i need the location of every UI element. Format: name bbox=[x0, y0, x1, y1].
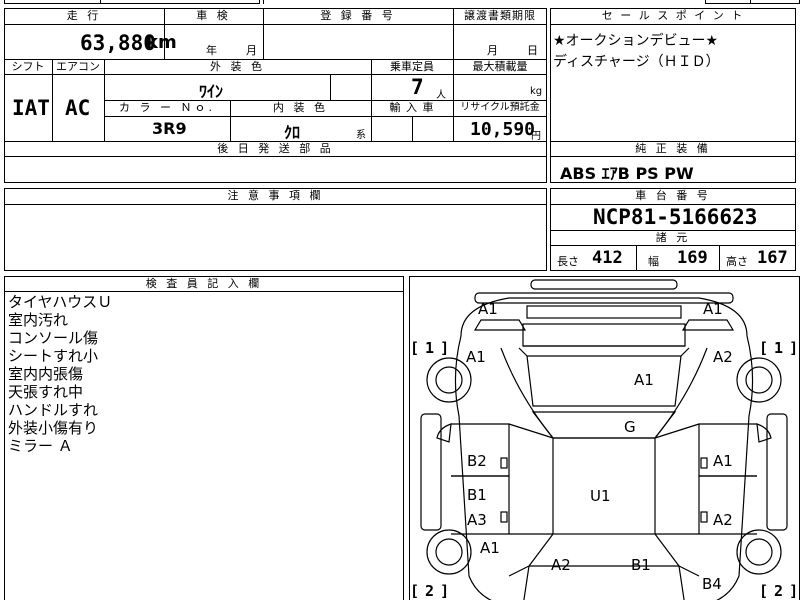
damage-rear-left: A2 bbox=[551, 556, 571, 574]
damage-rear-door-right: A2 bbox=[713, 511, 733, 529]
inspector-note: ミラー Ａ bbox=[8, 437, 73, 455]
damage-rear-fender-left: A1 bbox=[480, 539, 500, 557]
damage-rear-door-left-b: B1 bbox=[467, 486, 487, 504]
delivery-parts-area bbox=[5, 157, 546, 182]
inspector-note: コンソール傷 bbox=[8, 329, 99, 347]
inspection-header: 車 検 bbox=[196, 9, 231, 22]
damage-roof: U1 bbox=[590, 487, 611, 505]
damage-windshield: G bbox=[624, 418, 636, 436]
exterior-color-header: 外 装 色 bbox=[210, 60, 265, 73]
damage-hood: A1 bbox=[634, 371, 654, 389]
inspector-notes-list: タイヤハウスＵ 室内汚れ コンソール傷 シートすれ小 室内内張傷 天張すれ中 ハ… bbox=[8, 293, 112, 455]
inspection-month-label: 月 bbox=[246, 44, 257, 57]
mileage-value: 63,880 bbox=[80, 31, 156, 55]
damage-fender-left: A1 bbox=[466, 348, 486, 366]
inspector-note: 外装小傷有り bbox=[8, 419, 99, 437]
equipment-header: 純 正 装 備 bbox=[635, 142, 711, 155]
capacity-unit: 人 bbox=[436, 90, 446, 101]
length-label: 長さ bbox=[557, 255, 579, 268]
damage-rear-right: B1 bbox=[631, 556, 651, 574]
transfer-day-label: 日 bbox=[527, 44, 538, 57]
damage-fender-right: A2 bbox=[713, 348, 733, 366]
damage-rear-door-left-a: A3 bbox=[467, 511, 487, 529]
inspector-notes-header: 検 査 員 記 入 欄 bbox=[145, 277, 263, 290]
inspector-note: 室内汚れ bbox=[8, 311, 69, 329]
color-no-header: カ ラ ー Ｎｏ. bbox=[119, 101, 215, 114]
tire-marker-front-right: [1] bbox=[759, 339, 799, 357]
car-diagram bbox=[420, 279, 788, 600]
width-label: 幅 bbox=[648, 255, 659, 268]
import-header: 輸 入 車 bbox=[389, 101, 435, 114]
chassis-number: NCP81-5166623 bbox=[593, 205, 758, 229]
tire-marker-rear-left: [2] bbox=[410, 582, 450, 600]
tire-marker-rear-right: [2] bbox=[759, 582, 799, 600]
mileage-unit: km bbox=[146, 32, 177, 53]
aircon-value: AC bbox=[65, 96, 91, 120]
aircon-header: エアコン bbox=[56, 60, 100, 73]
inspector-note: シートすれ小 bbox=[8, 347, 99, 365]
height-value: 167 bbox=[757, 248, 788, 268]
damage-front-left-top: A1 bbox=[478, 300, 498, 318]
max-load-header: 最大積載量 bbox=[472, 60, 528, 73]
recycle-value: 10,590 bbox=[470, 119, 536, 140]
selling-points-box bbox=[550, 8, 796, 142]
inspector-note: ハンドルすれ bbox=[8, 401, 99, 419]
interior-color-header: 内 装 色 bbox=[273, 101, 328, 114]
capacity-value: 7 bbox=[411, 75, 424, 99]
delivery-parts-header: 後 日 発 送 部 品 bbox=[217, 142, 334, 155]
damage-front-right-top: A1 bbox=[703, 300, 723, 318]
transfer-deadline-header: 譲渡書類期限 bbox=[464, 9, 536, 22]
interior-color-value: ｸﾛ bbox=[284, 123, 301, 142]
recycle-unit: 円 bbox=[531, 131, 541, 142]
inspection-year-label: 年 bbox=[206, 44, 217, 57]
tire-marker-front-left: [1] bbox=[410, 339, 450, 357]
registration-header: 登 録 番 号 bbox=[320, 9, 396, 22]
capacity-header: 乗車定員 bbox=[390, 60, 434, 73]
recycle-deposit-header: リサイクル預託金 bbox=[460, 102, 540, 113]
width-value: 169 bbox=[677, 248, 708, 268]
shift-header: シフト bbox=[11, 60, 45, 73]
selling-points-header: セ ー ル ス ポ イ ン ト bbox=[601, 9, 745, 22]
specs-header: 諸 元 bbox=[655, 231, 691, 244]
equipment-value: ABS ｴｱB PS PW bbox=[560, 164, 694, 183]
transfer-month-label: 月 bbox=[487, 44, 498, 57]
damage-rear-bumper-right: B4 bbox=[702, 575, 722, 593]
inspector-note: 室内内張傷 bbox=[8, 365, 84, 383]
color-no-value: 3R9 bbox=[152, 119, 187, 138]
chassis-header: 車 台 番 号 bbox=[635, 189, 711, 202]
interior-color-suffix: 系 bbox=[356, 130, 366, 141]
mileage-header: 走 行 bbox=[66, 9, 102, 22]
exterior-color-value: ﾜｲﾝ bbox=[199, 82, 224, 101]
damage-front-door-left: B2 bbox=[467, 452, 487, 470]
inspector-note: タイヤハウスＵ bbox=[8, 293, 113, 311]
selling-point-2: ディスチャージ（ＨＩＤ） bbox=[553, 54, 720, 70]
notes-header: 注 意 事 項 欄 bbox=[227, 189, 324, 202]
selling-point-1: ★オークションデビュー★ bbox=[553, 33, 719, 49]
partial-cut-text bbox=[188, 0, 258, 3]
height-label: 高さ bbox=[726, 255, 748, 268]
max-load-unit: kg bbox=[530, 86, 543, 97]
damage-front-door-right: A1 bbox=[713, 452, 733, 470]
length-value: 412 bbox=[592, 248, 623, 268]
inspector-note: 天張すれ中 bbox=[8, 383, 84, 401]
shift-value: IAT bbox=[12, 96, 50, 120]
